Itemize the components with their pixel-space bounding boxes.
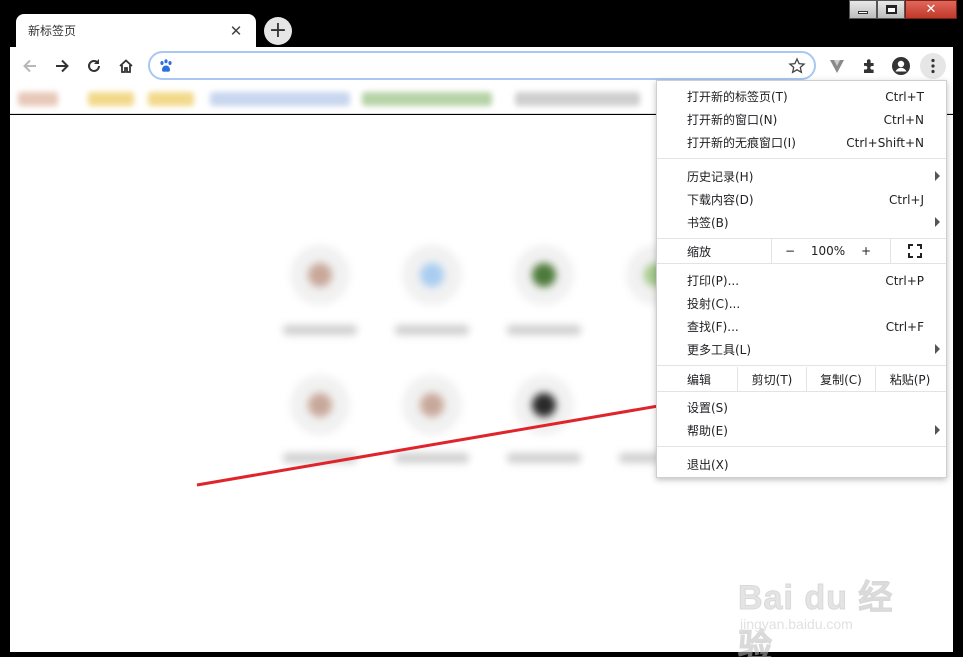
submenu-arrow-icon: [935, 344, 940, 354]
menu-item-label: 打印(P)...: [687, 274, 740, 288]
menu-item-label: 打开新的标签页(T): [687, 90, 788, 104]
menu-item-print[interactable]: 打印(P)... Ctrl+P: [657, 269, 946, 292]
chrome-menu: 打开新的标签页(T) Ctrl+T 打开新的窗口(N) Ctrl+N 打开新的无…: [656, 80, 947, 478]
menu-item-history[interactable]: 历史记录(H): [657, 165, 946, 188]
menu-item-bookmarks[interactable]: 书签(B): [657, 211, 946, 234]
menu-separator: [657, 263, 946, 264]
menu-item-label: 下载内容(D): [687, 193, 754, 207]
browser-window: ✕ 新标签页 ✕ + Bai du 经验 jingyan.baidu.com 打…: [0, 0, 963, 657]
menu-divider: [771, 239, 772, 263]
fullscreen-icon: [908, 244, 922, 258]
menu-item-more-tools[interactable]: 更多工具(L): [657, 338, 946, 361]
menu-item-exit[interactable]: 退出(X): [657, 453, 946, 476]
menu-divider: [890, 239, 891, 263]
menu-item-settings[interactable]: 设置(S): [657, 396, 946, 419]
menu-item-cast[interactable]: 投射(C)...: [657, 292, 946, 315]
menu-item-label: 打开新的无痕窗口(I): [687, 136, 796, 150]
cut-button[interactable]: 剪切(T): [738, 367, 806, 391]
menu-zoom-row: 缩放 − 100% +: [657, 239, 946, 263]
menu-separator: [657, 391, 946, 392]
menu-item-label: 更多工具(L): [687, 343, 752, 357]
menu-item-label: 退出(X): [687, 458, 729, 472]
menu-item-label: 书签(B): [687, 216, 729, 230]
menu-item-new-tab[interactable]: 打开新的标签页(T) Ctrl+T: [657, 85, 946, 108]
menu-item-shortcut: Ctrl+T: [885, 89, 924, 104]
menu-item-shortcut: Ctrl+N: [883, 112, 924, 127]
menu-separator: [657, 365, 946, 366]
menu-item-label: 打开新的窗口(N): [687, 113, 778, 127]
menu-item-shortcut: Ctrl+F: [885, 319, 924, 334]
menu-item-shortcut: Ctrl+P: [885, 273, 924, 288]
menu-separator: [657, 158, 946, 159]
menu-item-help[interactable]: 帮助(E): [657, 419, 946, 442]
menu-item-label: 历史记录(H): [687, 170, 754, 184]
menu-item-label: 帮助(E): [687, 424, 728, 438]
menu-item-find[interactable]: 查找(F)... Ctrl+F: [657, 315, 946, 338]
zoom-in-button[interactable]: +: [855, 239, 877, 263]
menu-item-label: 设置(S): [687, 401, 728, 415]
menu-item-new-window[interactable]: 打开新的窗口(N) Ctrl+N: [657, 108, 946, 131]
menu-item-incognito[interactable]: 打开新的无痕窗口(I) Ctrl+Shift+N: [657, 131, 946, 154]
copy-button[interactable]: 复制(C): [807, 367, 875, 391]
menu-edit-row: 编辑 剪切(T) 复制(C) 粘贴(P): [657, 367, 946, 391]
menu-item-shortcut: Ctrl+J: [889, 192, 924, 207]
submenu-arrow-icon: [935, 425, 940, 435]
menu-item-label: 查找(F)...: [687, 320, 739, 334]
zoom-out-button[interactable]: −: [779, 239, 801, 263]
zoom-level: 100%: [810, 244, 846, 258]
zoom-label: 缩放: [687, 244, 712, 259]
submenu-arrow-icon: [935, 217, 940, 227]
fullscreen-button[interactable]: [903, 239, 927, 263]
submenu-arrow-icon: [935, 171, 940, 181]
paste-button[interactable]: 粘贴(P): [876, 367, 944, 391]
edit-label: 编辑: [687, 372, 712, 387]
menu-item-label: 投射(C)...: [687, 297, 741, 311]
menu-separator: [657, 446, 946, 447]
menu-item-downloads[interactable]: 下载内容(D) Ctrl+J: [657, 188, 946, 211]
menu-item-shortcut: Ctrl+Shift+N: [846, 135, 924, 150]
